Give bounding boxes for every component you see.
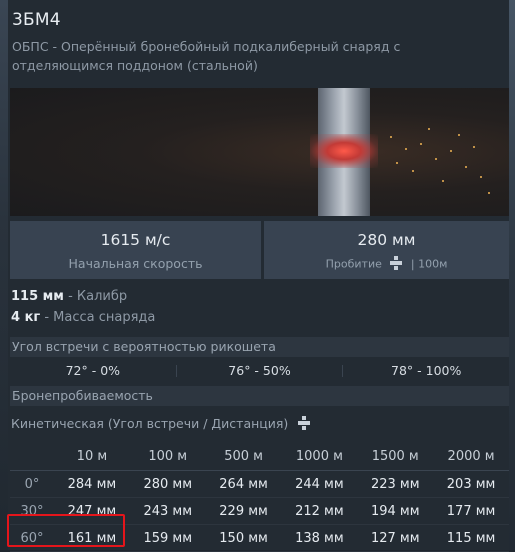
angle-column-header [10, 443, 54, 471]
table-header-row: 10 м 100 м 500 м 1000 м 1500 м 2000 м [10, 443, 509, 471]
penetration-cell: 203 мм [433, 470, 509, 498]
caliber-row: 115 мм - Калибр [11, 289, 127, 304]
mass-label: - Масса снаряда [44, 310, 156, 325]
spark [390, 136, 392, 138]
spark [405, 148, 407, 150]
ricochet-value: 78° - 100% [391, 363, 462, 378]
penetration-cell: 115 мм [433, 524, 509, 552]
ricochet-value: 72° - 0% [65, 363, 121, 378]
spark [465, 166, 467, 168]
caliber-value: 115 мм [11, 289, 64, 304]
spark [442, 180, 444, 182]
penetration-cell: 194 мм [357, 497, 434, 525]
penetration-label: Пробитие [325, 257, 382, 271]
kinetic-label-row: Кинетическая (Угол встречи / Дистанция) [11, 416, 312, 433]
penetration-cell: 138 мм [281, 524, 358, 552]
velocity-label: Начальная скорость [68, 256, 203, 271]
spark [428, 128, 430, 130]
penetration-cell: 229 мм [205, 497, 282, 525]
ricochet-value: 76° - 50% [228, 363, 291, 378]
ricochet-values: 72° - 0% 76° - 50% 78° - 100% [10, 360, 509, 382]
background-edge-left [0, 0, 8, 550]
spark [396, 162, 398, 164]
penetration-cell: 264 мм [205, 470, 282, 498]
shell-description: ОБПС - Оперённый бронебойный подкалиберн… [12, 39, 401, 73]
spark [450, 150, 452, 152]
penetration-animation [10, 88, 509, 216]
shell-projectile-icon [388, 256, 404, 273]
penetration-label-row: Пробитие | 100м [264, 256, 509, 273]
spark [488, 192, 490, 194]
spark [473, 146, 475, 148]
mass-value: 4 кг [11, 310, 41, 325]
distance-header: 10 м [54, 443, 130, 471]
spark [435, 158, 437, 160]
distance-header: 2000 м [433, 443, 509, 471]
penetration-cell: 243 мм [129, 497, 206, 525]
spark [420, 143, 422, 145]
distance-header: 100 м [129, 443, 206, 471]
spark [412, 170, 414, 172]
impact-glow [310, 134, 378, 168]
kinetic-label: Кинетическая (Угол встречи / Дистанция) [11, 416, 289, 431]
penetration-value: 280 мм [357, 231, 416, 249]
penetration-cell: 223 мм [357, 470, 434, 498]
penetration-cell: 159 мм [129, 524, 206, 552]
spark [458, 134, 460, 136]
penetration-cell: 244 мм [281, 470, 358, 498]
shell-projectile-icon [296, 416, 312, 433]
penetration-cell: 280 мм [129, 470, 206, 498]
highlight-annotation [7, 514, 125, 547]
table-row: 0° 284 мм 280 мм 264 мм 244 мм 223 мм 20… [10, 470, 509, 498]
distance-header: 500 м [205, 443, 282, 471]
mass-row: 4 кг - Масса снаряда [11, 310, 155, 325]
background-edge-right [509, 0, 515, 550]
spark [480, 176, 482, 178]
distance-header: 1500 м [357, 443, 434, 471]
penetration-cell: 212 мм [281, 497, 358, 525]
shell-tooltip-panel: 3БМ4 ОБПС - Оперённый бронебойный подкал… [8, 0, 509, 552]
penetration-cell: 150 мм [205, 524, 282, 552]
penetration-cell: 284 мм [54, 470, 130, 498]
ricochet-header: Угол встречи с вероятностью рикошета [10, 337, 509, 357]
penetration-cell: 177 мм [433, 497, 509, 525]
velocity-stat: 1615 м/с Начальная скорость [10, 221, 261, 279]
caliber-label: - Калибр [68, 289, 128, 304]
angle-cell: 0° [10, 470, 54, 498]
distance-header: 1000 м [281, 443, 358, 471]
penetration-cell: 127 мм [357, 524, 434, 552]
penetration-stat: 280 мм Пробитие | 100м [264, 221, 509, 279]
velocity-value: 1615 м/с [100, 231, 171, 249]
shell-title: 3БМ4 [12, 10, 61, 30]
armor-penetration-header: Бронепробиваемость [10, 386, 509, 406]
penetration-distance: | 100м [410, 257, 448, 271]
